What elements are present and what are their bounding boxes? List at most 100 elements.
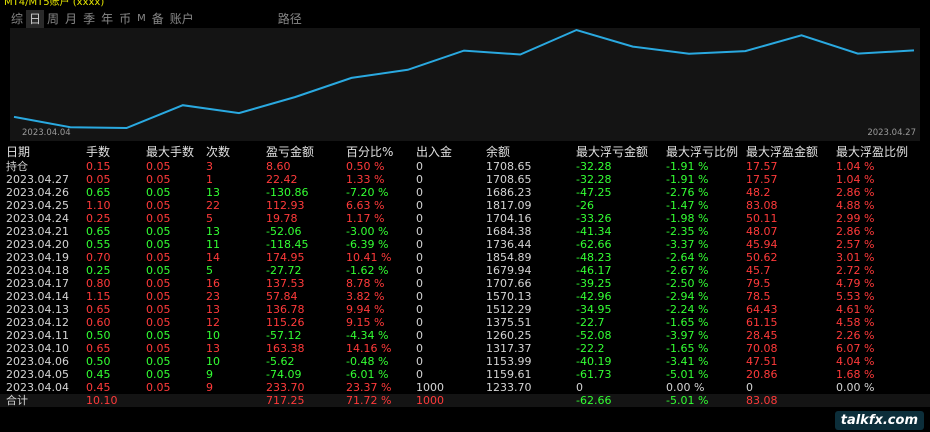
column-header: 余额 [486,145,511,159]
table-cell: 9.15 % [346,316,385,329]
table-row[interactable]: 2023.04.24 0.25 0.05 5 19.78 1.17 % 0 1704.16 -3… [0,212,930,225]
table-cell: 1708.65 [486,173,532,186]
table-cell: 28.45 [746,329,778,342]
table-cell: 1704.16 [486,212,532,225]
table-row[interactable]: 持仓 0.15 0.05 3 8.60 0.50 % 0 1708.65 -32.28 -1.91… [0,160,930,173]
table-cell: -22.7 [576,316,605,329]
table-cell: 0.50 % [346,160,385,173]
table-cell: 0.65 [86,225,111,238]
table-cell: 2023.04.25 [6,199,69,212]
table-row[interactable]: 2023.04.11 0.50 0.05 10 -57.12 -4.34 % 0 1260.2… [0,329,930,342]
period-tab[interactable]: 年 [98,10,116,28]
table-cell: 5 [206,212,213,225]
table-cell: 0.65 [86,342,111,355]
table-cell: 2023.04.14 [6,290,69,303]
column-header: 日期 [6,145,31,159]
table-cell: 0.45 [86,368,111,381]
table-row[interactable]: 2023.04.04 0.45 0.05 9 233.70 23.37 % 1000 1233… [0,381,930,394]
table-cell: 9 [206,381,213,394]
table-cell: -2.24 % [666,303,709,316]
table-row[interactable]: 2023.04.21 0.65 0.05 13 -52.06 -3.00 % 0 1684.3… [0,225,930,238]
table-cell: -2.67 % [666,264,709,277]
table-cell: -22.2 [576,342,605,355]
table-cell: 1686.23 [486,186,532,199]
table-cell: 0.05 [146,186,171,199]
table-row[interactable]: 2023.04.18 0.25 0.05 5 -27.72 -1.62 % 0 1679.94… [0,264,930,277]
table-cell: 持仓 [6,160,28,173]
table-cell: -3.00 % [346,225,389,238]
table-row[interactable]: 2023.04.25 1.10 0.05 22 112.93 6.63 % 0 1817.09… [0,199,930,212]
table-row[interactable]: 2023.04.13 0.65 0.05 13 136.78 9.94 % 0 1512.29… [0,303,930,316]
table-cell: 0.05 [146,238,171,251]
period-tab[interactable]: 周 [44,10,62,28]
table-cell: -40.19 [576,355,612,368]
table-cell: 0 [416,160,423,173]
column-header: 盈亏金额 [266,145,315,159]
table-cell: 10.41 % [346,251,392,264]
table-cell: -32.28 [576,173,612,186]
table-cell: -2.76 % [666,186,709,199]
table-cell: 3.01 % [836,251,875,264]
table-cell: 1570.13 [486,290,532,303]
table-row[interactable]: 2023.04.20 0.55 0.05 11 -118.45 -6.39 % 0 1736.… [0,238,930,251]
table-cell: 0 [416,290,423,303]
table-row[interactable]: 2023.04.05 0.45 0.05 9 -74.09 -6.01 % 0 1159.61… [0,368,930,381]
table-row[interactable]: 2023.04.06 0.50 0.05 10 -5.62 -0.48 % 0 1153.99… [0,355,930,368]
table-row[interactable]: 2023.04.14 1.15 0.05 23 57.84 3.82 % 0 1570.13 -… [0,290,930,303]
table-cell: 0.05 [146,329,171,342]
table-cell: -2.64 % [666,251,709,264]
total-cell: 1000 [416,394,444,407]
table-cell: -47.25 [576,186,612,199]
table-cell: 4.61 % [836,303,875,316]
table-cell: 137.53 [266,277,305,290]
period-tab[interactable]: 备 [149,10,167,28]
table-row[interactable]: 2023.04.17 0.80 0.05 16 137.53 8.78 % 0 1707.66… [0,277,930,290]
table-cell: 0.05 [146,160,171,173]
table-cell: -6.39 % [346,238,389,251]
table-cell: 1854.89 [486,251,532,264]
table-row[interactable]: 2023.04.19 0.70 0.05 14 174.95 10.41 % 0 1854.8… [0,251,930,264]
table-cell: -57.12 [266,329,302,342]
table-cell: 2.86 % [836,186,875,199]
table-cell: 0 [746,381,753,394]
table-cell: -52.06 [266,225,302,238]
table-cell: 4.58 % [836,316,875,329]
column-header: 最大浮盈比例 [836,145,909,159]
period-tab[interactable]: 月 [62,10,80,28]
table-cell: -74.09 [266,368,302,381]
period-tab[interactable]: 账户 [167,10,197,28]
period-tab[interactable]: M [134,10,149,28]
table-row[interactable]: 2023.04.26 0.65 0.05 13 -130.86 -7.20 % 0 1686.… [0,186,930,199]
column-header: 次数 [206,145,231,159]
period-tab[interactable]: 币 [116,10,134,28]
table-cell: 1817.09 [486,199,532,212]
table-cell: 3.82 % [346,290,385,303]
table-cell: 0.05 [146,303,171,316]
period-tab[interactable]: 季 [80,10,98,28]
table-cell: 0 [416,368,423,381]
period-tab-bar: 综日周月季年币 M 备账户 路径 [8,10,305,28]
total-cell: 83.08 [746,394,778,407]
table-cell: 0.60 [86,316,111,329]
table-cell: -3.37 % [666,238,709,251]
equity-line [13,28,915,130]
table-row[interactable]: 2023.04.27 0.05 0.05 1 22.42 1.33 % 0 1708.65 -3… [0,173,930,186]
path-button[interactable]: 路径 [275,10,305,28]
table-row[interactable]: 2023.04.12 0.60 0.05 12 115.26 9.15 % 0 1375.51… [0,316,930,329]
table-cell: 8.60 [266,160,291,173]
table-cell: 1684.38 [486,225,532,238]
table-cell: 1512.29 [486,303,532,316]
table-cell: 50.11 [746,212,778,225]
table-cell: -2.50 % [666,277,709,290]
period-tab[interactable]: 日 [26,10,45,28]
table-cell: 2023.04.11 [6,329,69,342]
table-cell: -48.23 [576,251,612,264]
table-cell: -1.65 % [666,316,709,329]
period-tab[interactable]: 综 [8,10,26,28]
table-row[interactable]: 2023.04.10 0.65 0.05 13 163.38 14.16 % 0 1317.3… [0,342,930,355]
table-cell: 0 [416,264,423,277]
table-cell: 0.05 [146,264,171,277]
table-header: 日期 手数 最大手数 次数 盈亏金额 百分比% 出入金 余额 最大浮亏金额 最大浮亏比例 最大浮盈金… [0,144,930,160]
table-cell: 0.55 [86,238,111,251]
table-cell: 233.70 [266,381,305,394]
